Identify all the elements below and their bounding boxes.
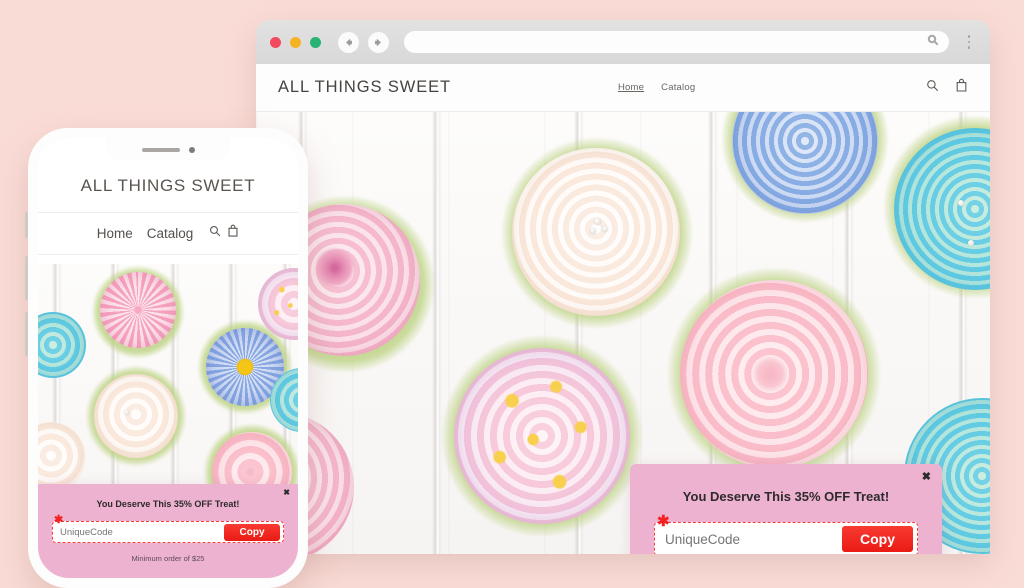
front-camera-icon [188, 146, 195, 153]
coupon-popup: ✖ You Deserve This 35% OFF Treat! ✱ Copy… [630, 464, 942, 554]
blush-rose-cupcake [680, 280, 868, 468]
shopping-bag-icon[interactable] [227, 224, 239, 242]
cream-rose-cupcake [94, 374, 178, 458]
window-controls [270, 36, 321, 48]
selection-handle-icon[interactable]: ✱ [54, 515, 63, 526]
kebab-menu-icon[interactable] [962, 31, 976, 53]
phone-hero-photo: ✖ You Deserve This 35% OFF Treat! ✱ Copy… [38, 264, 298, 578]
close-icon[interactable]: ✖ [922, 472, 931, 483]
sugar-pearl [602, 226, 608, 232]
beadboard-seam [432, 112, 442, 554]
phone-header-icons [209, 224, 239, 242]
back-arrow-icon[interactable] [338, 31, 359, 53]
hero-photo: ✖ You Deserve This 35% OFF Treat! ✱ Copy… [256, 112, 990, 554]
aqua-blossom-cupcake [38, 312, 86, 378]
earpiece-speaker-icon [141, 147, 180, 152]
search-icon[interactable] [209, 224, 221, 242]
coupon-title: You Deserve This 35% OFF Treat! [682, 489, 890, 504]
phone-copy-button[interactable]: Copy [224, 523, 280, 541]
silent-switch[interactable] [25, 212, 28, 238]
phone-screen: ALL THINGS SWEET Home Catalog ✖ You Dese… [38, 138, 298, 578]
phone-notch [106, 138, 230, 161]
sugar-pearl [590, 228, 596, 234]
phone-nav-link-home[interactable]: Home [97, 226, 133, 241]
phone-navigation: Home Catalog [38, 213, 298, 255]
phone-coupon-code-field[interactable]: ✱ Copy [52, 515, 284, 543]
minimize-window-button[interactable] [290, 36, 301, 48]
shopping-bag-icon[interactable] [955, 78, 968, 97]
address-bar[interactable] [404, 31, 949, 53]
selection-handle-icon[interactable]: ✱ [657, 514, 670, 529]
phone-coupon-note: Minimum order of $25 [131, 554, 205, 563]
forward-arrow-icon[interactable] [368, 31, 389, 53]
phone-nav-link-catalog[interactable]: Catalog [147, 226, 194, 241]
search-icon[interactable] [926, 79, 939, 97]
close-window-button[interactable] [270, 36, 281, 48]
coupon-code-field[interactable]: ✱ Copy [654, 514, 918, 554]
nav-link-home[interactable]: Home [618, 82, 644, 93]
corner-rose-cupcake [38, 422, 86, 492]
cream-rose-cupcake [512, 148, 680, 316]
close-icon[interactable]: ✖ [283, 489, 290, 497]
maximize-window-button[interactable] [310, 36, 321, 48]
search-icon[interactable] [927, 33, 939, 51]
browser-window: ALL THINGS SWEET Home Catalog ✖ You Dese… [256, 20, 990, 554]
phone-coupon-code-input[interactable] [60, 526, 224, 538]
header-icons [926, 78, 968, 97]
volume-up-button[interactable] [25, 256, 28, 300]
sugar-pearl [968, 240, 974, 246]
sugar-pearl [958, 200, 964, 206]
pink-blossom-cupcake [454, 348, 630, 524]
site-navigation: Home Catalog [618, 82, 695, 93]
site-logo[interactable]: ALL THINGS SWEET [278, 78, 451, 97]
phone-mockup: ALL THINGS SWEET Home Catalog ✖ You Dese… [25, 128, 308, 588]
sugar-pearl [124, 410, 129, 415]
pink-dahlia-cupcake [100, 272, 176, 348]
sugar-pearl [594, 218, 601, 225]
volume-down-button[interactable] [25, 312, 28, 356]
site-header: ALL THINGS SWEET Home Catalog [256, 64, 990, 112]
phone-coupon-popup: ✖ You Deserve This 35% OFF Treat! ✱ Copy… [38, 484, 298, 578]
browser-chrome [256, 20, 990, 64]
coupon-code-input[interactable] [665, 531, 842, 547]
phone-coupon-title: You Deserve This 35% OFF Treat! [96, 499, 240, 509]
copy-button[interactable]: Copy [842, 526, 913, 552]
nav-link-catalog[interactable]: Catalog [661, 82, 695, 93]
